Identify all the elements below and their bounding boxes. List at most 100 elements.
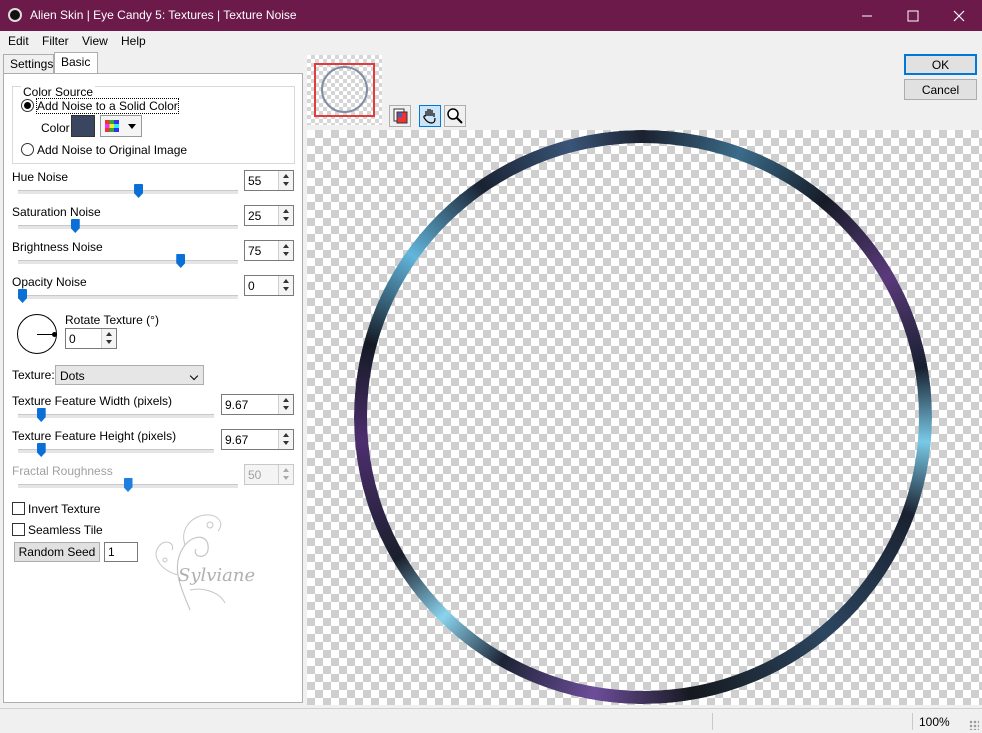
arrow-down-icon[interactable] [283, 217, 289, 221]
hue-noise-track[interactable] [18, 190, 238, 194]
arrow-up-icon[interactable] [283, 209, 289, 213]
rotate-texture-value[interactable]: 0 [69, 332, 76, 346]
rotate-dial[interactable] [17, 314, 57, 354]
feature-height-thumb[interactable] [36, 443, 46, 457]
solid-color-radio[interactable] [21, 99, 34, 112]
hue-noise-value[interactable]: 55 [248, 174, 261, 188]
resize-grip-icon[interactable] [969, 720, 979, 730]
opacity-noise-thumb[interactable] [18, 289, 27, 303]
fractal-roughness-value: 50 [248, 468, 262, 482]
arrow-down-icon[interactable] [283, 252, 289, 256]
spinner-arrows[interactable] [278, 241, 293, 260]
opacity-noise-track[interactable] [18, 295, 238, 299]
spinner-arrows[interactable] [278, 276, 293, 295]
seamless-tile-checkbox[interactable] [12, 523, 25, 536]
feature-height-track[interactable] [18, 449, 214, 453]
tab-settings[interactable]: Settings [3, 54, 54, 74]
arrow-up-icon[interactable] [283, 398, 289, 402]
arrow-up-icon[interactable] [106, 332, 112, 336]
fractal-roughness-spinner: 50 [244, 464, 294, 485]
texture-dropdown[interactable]: Dots [55, 365, 204, 385]
arrow-down-icon[interactable] [283, 287, 289, 291]
brightness-noise-thumb[interactable] [176, 254, 186, 268]
arrow-down-icon[interactable] [283, 182, 289, 186]
compare-tool-button[interactable] [389, 105, 411, 127]
rotate-texture-spinner[interactable]: 0 [65, 328, 117, 349]
spinner-arrows [278, 465, 293, 484]
status-separator [912, 713, 913, 730]
ok-button[interactable]: OK [904, 54, 977, 75]
original-image-radio[interactable] [21, 143, 34, 156]
saturation-noise-spinner[interactable]: 25 [244, 205, 294, 226]
spinner-arrows[interactable] [278, 395, 293, 414]
arrow-down-icon[interactable] [106, 340, 112, 344]
spinner-arrows[interactable] [278, 430, 293, 449]
invert-texture-checkbox[interactable] [12, 502, 25, 515]
brightness-noise-value[interactable]: 75 [248, 244, 261, 258]
zoom-tool-button[interactable] [444, 105, 466, 127]
opacity-noise-spinner[interactable]: 0 [244, 275, 294, 296]
minimize-button[interactable] [844, 0, 890, 31]
feature-width-track[interactable] [18, 414, 214, 418]
watermark-flourish-icon [155, 514, 226, 611]
arrow-up-icon[interactable] [283, 174, 289, 178]
feature-width-value[interactable]: 9.67 [225, 398, 248, 412]
hue-noise-label: Hue Noise [12, 170, 69, 184]
arrow-up-icon[interactable] [283, 433, 289, 437]
arrow-down-icon[interactable] [283, 441, 289, 445]
saturation-noise-label: Saturation Noise [12, 205, 101, 219]
feature-height-spinner[interactable]: 9.67 [221, 429, 294, 450]
brightness-noise-spinner[interactable]: 75 [244, 240, 294, 261]
preview-navigator[interactable] [307, 55, 382, 125]
saturation-noise-value[interactable]: 25 [248, 209, 261, 223]
hand-tool-button[interactable] [419, 105, 441, 127]
random-seed-value[interactable]: 1 [108, 545, 115, 559]
arrow-down-icon[interactable] [283, 406, 289, 410]
original-image-label[interactable]: Add Noise to Original Image [37, 143, 187, 157]
chevron-down-icon[interactable] [189, 371, 199, 381]
arrow-up-icon[interactable] [283, 244, 289, 248]
menu-filter[interactable]: Filter [42, 34, 69, 48]
seamless-tile-label[interactable]: Seamless Tile [28, 523, 103, 537]
window-title: Alien Skin | Eye Candy 5: Textures | Tex… [30, 8, 297, 22]
palette-icon [105, 120, 119, 132]
navigator-viewport[interactable] [314, 63, 375, 117]
feature-width-spinner[interactable]: 9.67 [221, 394, 294, 415]
feature-width-thumb[interactable] [36, 408, 46, 422]
solid-color-label[interactable]: Add Noise to a Solid Color [36, 98, 179, 114]
alien-skin-app-icon [8, 8, 22, 22]
invert-texture-label[interactable]: Invert Texture [28, 502, 100, 516]
arrow-up-icon[interactable] [283, 279, 289, 283]
tab-basic[interactable]: Basic [54, 52, 98, 74]
menu-view[interactable]: View [82, 34, 108, 48]
spinner-arrows[interactable] [278, 171, 293, 190]
minimize-icon [862, 15, 872, 16]
color-swatch[interactable] [71, 115, 95, 137]
rotate-texture-label: Rotate Texture (°) [65, 313, 159, 327]
saturation-noise-thumb[interactable] [70, 219, 80, 233]
preview-canvas[interactable] [307, 130, 982, 705]
menu-edit[interactable]: Edit [8, 34, 29, 48]
texture-value[interactable]: Dots [60, 369, 85, 383]
saturation-noise-track[interactable] [18, 225, 238, 229]
hand-icon [423, 109, 436, 124]
fractal-roughness-label: Fractal Roughness [12, 464, 113, 478]
feature-height-value[interactable]: 9.67 [225, 433, 248, 447]
cancel-button[interactable]: Cancel [904, 79, 977, 100]
status-separator [712, 713, 713, 730]
spinner-arrows[interactable] [101, 329, 116, 348]
maximize-button[interactable] [890, 0, 936, 31]
hue-noise-spinner[interactable]: 55 [244, 170, 294, 191]
color-palette-button[interactable] [100, 115, 142, 137]
menu-bar: Edit Filter View Help [0, 31, 982, 51]
menu-help[interactable]: Help [121, 34, 146, 48]
brightness-noise-track[interactable] [18, 260, 238, 264]
random-seed-button[interactable]: Random Seed [14, 542, 100, 562]
dial-handle[interactable] [52, 332, 57, 337]
spinner-arrows[interactable] [278, 206, 293, 225]
opacity-noise-value[interactable]: 0 [248, 279, 255, 293]
hue-noise-thumb[interactable] [134, 184, 144, 198]
brightness-noise-label: Brightness Noise [12, 240, 103, 254]
zoom-level: 100% [919, 715, 950, 729]
close-button[interactable] [936, 0, 982, 31]
